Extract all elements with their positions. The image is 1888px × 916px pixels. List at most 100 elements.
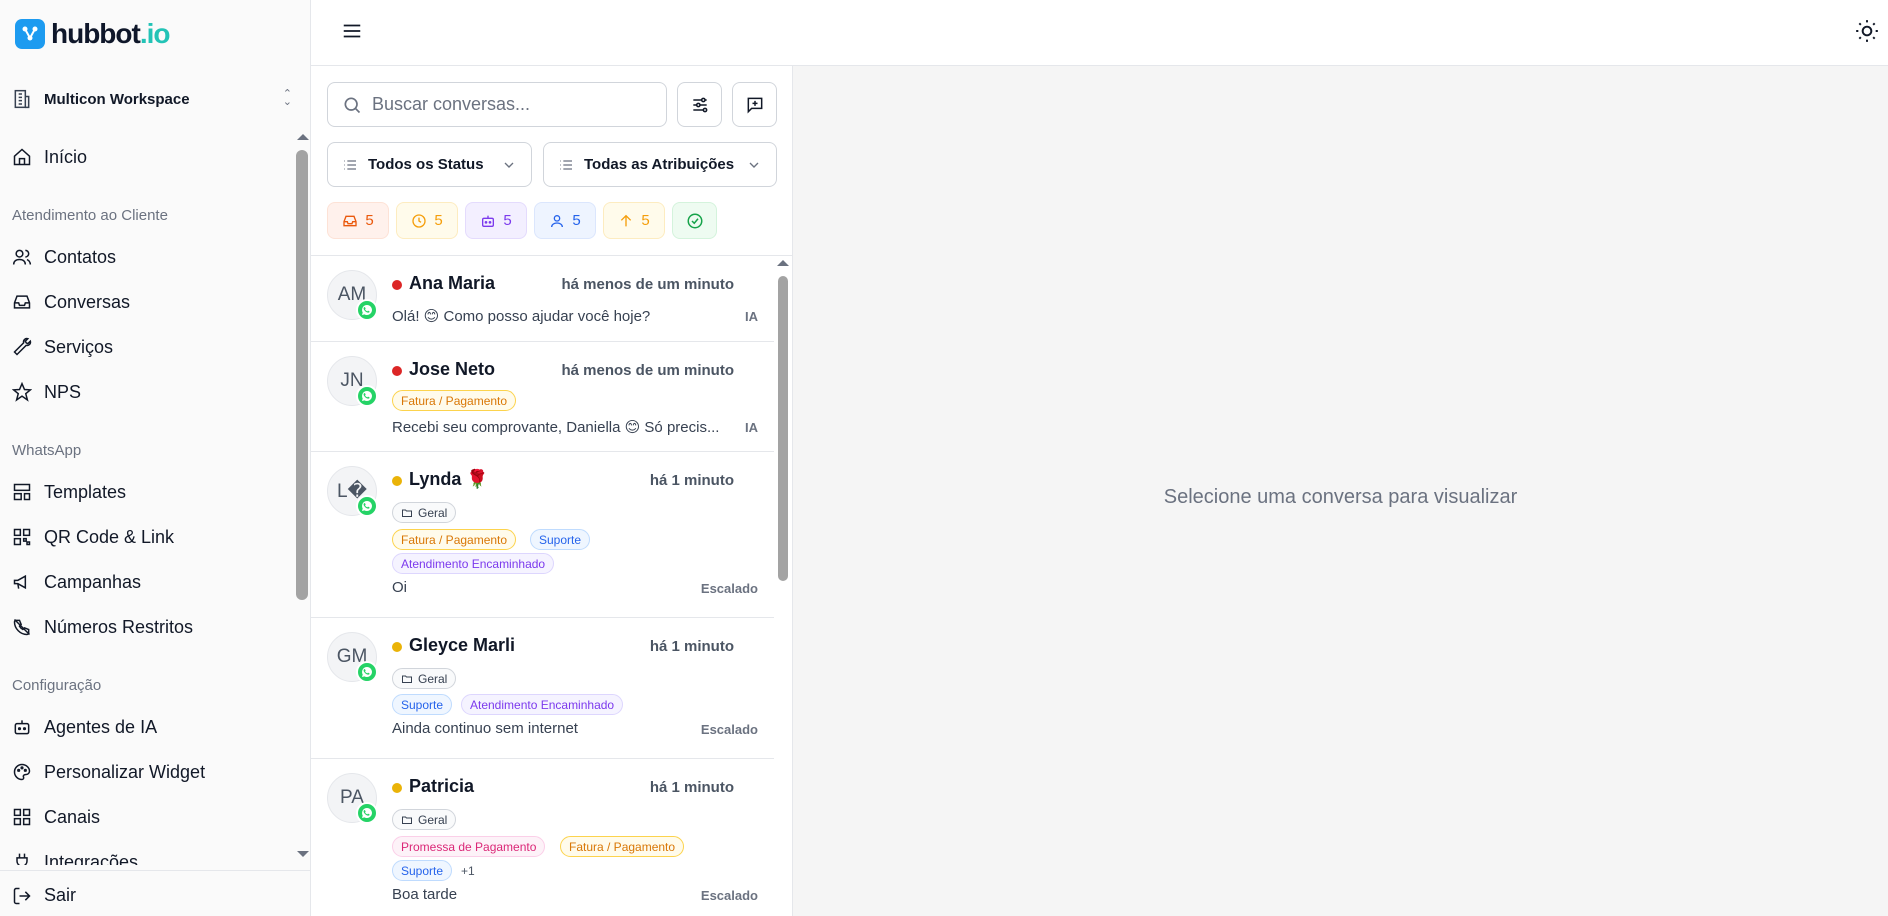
chip-waiting[interactable]: 5 — [396, 202, 458, 239]
megaphone-icon — [13, 574, 27, 590]
chevron-down-icon — [504, 162, 514, 168]
scroll-up-icon[interactable] — [297, 134, 309, 140]
sidebar-item-integracoes[interactable]: Integrações — [12, 847, 282, 865]
check-circle-icon — [687, 213, 702, 228]
scroll-down-icon[interactable] — [297, 851, 309, 857]
conversation-panel: Todos os Status Todas as Atribuições 5 5… — [311, 66, 793, 916]
phone-off-icon — [13, 618, 31, 636]
sidebar-item-contatos[interactable]: Contatos — [12, 242, 282, 272]
brand-name: hubbot.io — [51, 18, 171, 49]
contact-name: Lynda 🌹 — [409, 469, 489, 489]
message-preview: Oi — [392, 579, 407, 596]
conversation-handler: IA — [745, 420, 758, 435]
hubbot-logo-icon — [15, 19, 45, 49]
list-icon — [560, 159, 572, 170]
qr-code-icon — [13, 528, 31, 546]
chip-resolved[interactable] — [672, 202, 717, 239]
contact-name: Patricia — [409, 776, 475, 796]
conversation-item[interactable]: AM Ana Maria há menos de um minuto Olá! … — [311, 256, 774, 342]
status-dot — [392, 642, 402, 652]
conversation-time: há 1 minuto — [649, 638, 734, 655]
sidebar-item-personalizar-widget[interactable]: Personalizar Widget — [12, 757, 282, 787]
sliders-icon — [692, 97, 707, 112]
sidebar-item-servicos[interactable]: Serviços — [12, 332, 282, 362]
sidebar-item-conversas[interactable]: Conversas — [12, 287, 282, 317]
sidebar-item-canais[interactable]: Canais — [12, 802, 282, 832]
conversation-list: AM Ana Maria há menos de um minuto Olá! … — [311, 256, 774, 916]
tag: Atendimento Encaminhado — [461, 694, 624, 715]
status-dot — [392, 783, 402, 793]
layout-template-icon — [13, 483, 31, 501]
folder-tag: Geral — [392, 809, 457, 830]
chip-bot[interactable]: 5 — [465, 202, 527, 239]
conversation-handler: Escalado — [700, 888, 758, 903]
contact-name: Gleyce Marli — [409, 635, 516, 655]
brand-logo[interactable]: hubbot.io — [15, 18, 171, 50]
filter-settings-button[interactable] — [677, 82, 722, 127]
conversation-item[interactable]: L� Lynda 🌹 há 1 minuto Geral Fatura / Pa… — [311, 452, 774, 618]
list-icon — [344, 159, 356, 170]
sidebar-scrollbar[interactable] — [293, 130, 311, 865]
status-filter-dropdown[interactable]: Todos os Status — [327, 142, 532, 187]
new-conversation-button[interactable] — [732, 82, 777, 127]
status-dot — [392, 366, 402, 376]
sidebar: hubbot.io Multicon Workspace ⌃ ⌄ Início A… — [0, 0, 311, 916]
sidebar-item-campanhas[interactable]: Campanhas — [12, 567, 282, 597]
inbox-icon — [13, 295, 31, 309]
folder-tag: Geral — [392, 502, 457, 523]
chip-inbox[interactable]: 5 — [327, 202, 389, 239]
conversation-scrollbar[interactable] — [774, 256, 792, 916]
tag: Fatura / Pagamento — [392, 529, 517, 550]
logout-button[interactable]: Sair — [12, 885, 76, 906]
search-box[interactable] — [327, 82, 667, 127]
chevrons-up-down-icon: ⌃ ⌄ — [282, 88, 292, 108]
chip-count: 5 — [365, 212, 374, 229]
tag: Atendimento Encaminhado — [392, 553, 555, 574]
whatsapp-icon — [356, 802, 378, 824]
sidebar-item-inicio[interactable]: Início — [12, 142, 282, 172]
sidebar-item-agentes-ia[interactable]: Agentes de IA — [12, 712, 282, 742]
chip-assigned[interactable]: 5 — [534, 202, 596, 239]
sidebar-item-numeros-restritos[interactable]: Números Restritos — [12, 612, 282, 642]
sidebar-item-nps[interactable]: NPS — [12, 377, 282, 407]
sun-icon — [1856, 20, 1878, 42]
assignment-filter-dropdown[interactable]: Todas as Atribuições — [543, 142, 777, 187]
divider — [0, 870, 311, 871]
log-out-icon — [13, 887, 31, 904]
palette-icon — [13, 763, 31, 781]
conversation-item[interactable]: GM Gleyce Marli há 1 minuto Geral Suport… — [311, 618, 774, 759]
sidebar-item-templates[interactable]: Templates — [12, 477, 282, 507]
workspace-switcher[interactable]: Multicon Workspace ⌃ ⌄ — [12, 84, 292, 114]
tag: Fatura / Pagamento — [560, 836, 685, 857]
star-icon — [12, 382, 32, 402]
message-preview: Boa tarde — [392, 886, 458, 903]
sidebar-item-label: Início — [44, 146, 88, 167]
folder-name: Geral — [418, 505, 448, 520]
chip-count: 5 — [434, 212, 443, 229]
conversation-item[interactable]: PA Patricia há 1 minuto Geral Promessa d… — [311, 759, 774, 916]
chip-escalated[interactable]: 5 — [603, 202, 665, 239]
scrollbar-thumb[interactable] — [296, 150, 308, 600]
conversation-handler: IA — [745, 309, 758, 324]
sidebar-item-label: NPS — [44, 381, 82, 402]
sidebar-item-qrcode[interactable]: QR Code & Link — [12, 522, 282, 552]
empty-state-message: Selecione uma conversa para visualizar — [1163, 486, 1518, 508]
search-input[interactable] — [372, 94, 652, 115]
bot-icon — [482, 215, 495, 227]
menu-toggle-button[interactable] — [341, 20, 363, 47]
conversation-handler: Escalado — [700, 581, 758, 596]
more-tags-count: +1 — [461, 864, 475, 878]
scroll-up-icon[interactable] — [777, 260, 789, 266]
sidebar-item-label: Números Restritos — [44, 616, 194, 637]
chevron-down-icon — [749, 162, 759, 168]
scrollbar-thumb[interactable] — [778, 276, 788, 581]
status-dot — [392, 280, 402, 290]
theme-toggle-button[interactable] — [1854, 18, 1880, 49]
contact-name: Jose Neto — [409, 359, 496, 379]
conversation-view: Selecione uma conversa para visualizar — [793, 66, 1888, 916]
tag: Suporte — [392, 694, 453, 715]
conversation-item[interactable]: JN Jose Neto há menos de um minuto Fatur… — [311, 342, 774, 452]
status-filter-label: Todos os Status — [368, 156, 484, 173]
bot-icon — [14, 720, 30, 735]
sidebar-item-label: Canais — [44, 806, 101, 827]
